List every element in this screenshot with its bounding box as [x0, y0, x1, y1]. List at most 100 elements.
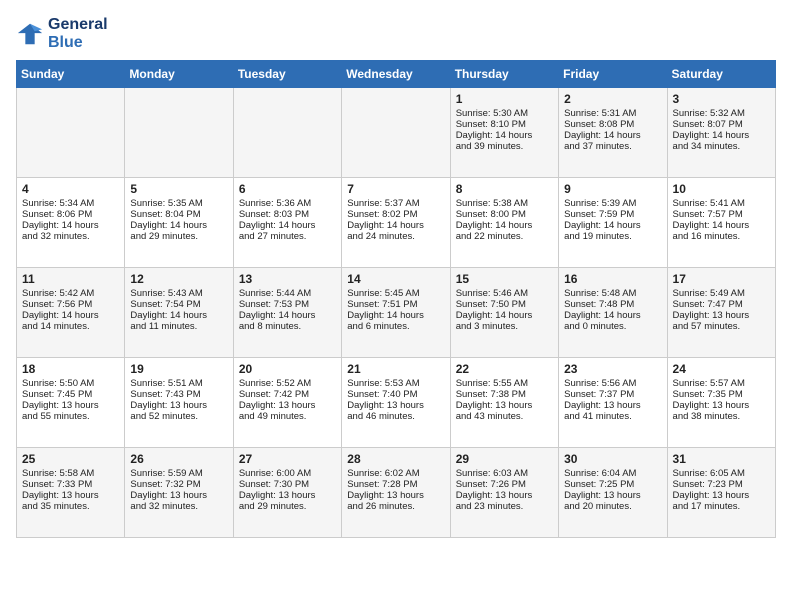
- day-info: Daylight: 14 hours: [673, 130, 770, 141]
- calendar-body: 1Sunrise: 5:30 AMSunset: 8:10 PMDaylight…: [17, 88, 776, 538]
- day-info: Sunset: 8:00 PM: [456, 209, 553, 220]
- day-info: Sunrise: 5:52 AM: [239, 378, 336, 389]
- day-info: Sunset: 7:40 PM: [347, 389, 444, 400]
- day-number: 8: [456, 182, 553, 196]
- day-cell: 1Sunrise: 5:30 AMSunset: 8:10 PMDaylight…: [450, 88, 558, 178]
- week-row-2: 4Sunrise: 5:34 AMSunset: 8:06 PMDaylight…: [17, 178, 776, 268]
- day-info: Daylight: 13 hours: [239, 400, 336, 411]
- day-info: Daylight: 13 hours: [673, 400, 770, 411]
- day-cell: 16Sunrise: 5:48 AMSunset: 7:48 PMDayligh…: [559, 268, 667, 358]
- day-info: Sunrise: 5:30 AM: [456, 108, 553, 119]
- day-cell: 30Sunrise: 6:04 AMSunset: 7:25 PMDayligh…: [559, 448, 667, 538]
- day-number: 18: [22, 362, 119, 376]
- day-info: and 39 minutes.: [456, 141, 553, 152]
- day-info: Daylight: 14 hours: [673, 220, 770, 231]
- day-info: Sunrise: 5:39 AM: [564, 198, 661, 209]
- day-number: 1: [456, 92, 553, 106]
- day-number: 21: [347, 362, 444, 376]
- day-info: Sunset: 7:42 PM: [239, 389, 336, 400]
- day-cell: 23Sunrise: 5:56 AMSunset: 7:37 PMDayligh…: [559, 358, 667, 448]
- day-cell: 22Sunrise: 5:55 AMSunset: 7:38 PMDayligh…: [450, 358, 558, 448]
- day-info: and 19 minutes.: [564, 231, 661, 242]
- day-info: and 24 minutes.: [347, 231, 444, 242]
- day-cell: 2Sunrise: 5:31 AMSunset: 8:08 PMDaylight…: [559, 88, 667, 178]
- day-number: 23: [564, 362, 661, 376]
- day-cell: 4Sunrise: 5:34 AMSunset: 8:06 PMDaylight…: [17, 178, 125, 268]
- day-cell: 21Sunrise: 5:53 AMSunset: 7:40 PMDayligh…: [342, 358, 450, 448]
- day-cell: 24Sunrise: 5:57 AMSunset: 7:35 PMDayligh…: [667, 358, 775, 448]
- day-info: and 57 minutes.: [673, 321, 770, 332]
- day-info: Sunrise: 5:38 AM: [456, 198, 553, 209]
- header-cell-saturday: Saturday: [667, 61, 775, 88]
- calendar-header: SundayMondayTuesdayWednesdayThursdayFrid…: [17, 61, 776, 88]
- day-info: Sunset: 7:53 PM: [239, 299, 336, 310]
- day-info: Daylight: 13 hours: [130, 400, 227, 411]
- day-info: and 8 minutes.: [239, 321, 336, 332]
- day-cell: 18Sunrise: 5:50 AMSunset: 7:45 PMDayligh…: [17, 358, 125, 448]
- day-info: Daylight: 13 hours: [673, 490, 770, 501]
- day-info: Sunrise: 5:37 AM: [347, 198, 444, 209]
- day-cell: 9Sunrise: 5:39 AMSunset: 7:59 PMDaylight…: [559, 178, 667, 268]
- day-info: and 41 minutes.: [564, 411, 661, 422]
- day-cell: 14Sunrise: 5:45 AMSunset: 7:51 PMDayligh…: [342, 268, 450, 358]
- day-info: Sunset: 7:56 PM: [22, 299, 119, 310]
- day-number: 15: [456, 272, 553, 286]
- day-info: Sunset: 7:35 PM: [673, 389, 770, 400]
- day-number: 2: [564, 92, 661, 106]
- day-cell: 28Sunrise: 6:02 AMSunset: 7:28 PMDayligh…: [342, 448, 450, 538]
- day-info: Sunrise: 5:56 AM: [564, 378, 661, 389]
- day-info: and 29 minutes.: [130, 231, 227, 242]
- day-cell: 31Sunrise: 6:05 AMSunset: 7:23 PMDayligh…: [667, 448, 775, 538]
- day-info: and 11 minutes.: [130, 321, 227, 332]
- day-info: Daylight: 13 hours: [130, 490, 227, 501]
- day-info: Daylight: 14 hours: [130, 220, 227, 231]
- day-info: Sunset: 7:37 PM: [564, 389, 661, 400]
- day-info: Sunset: 7:28 PM: [347, 479, 444, 490]
- day-info: Sunrise: 5:53 AM: [347, 378, 444, 389]
- day-number: 10: [673, 182, 770, 196]
- day-info: Sunrise: 6:00 AM: [239, 468, 336, 479]
- day-info: Sunrise: 6:04 AM: [564, 468, 661, 479]
- day-info: and 52 minutes.: [130, 411, 227, 422]
- day-cell: 29Sunrise: 6:03 AMSunset: 7:26 PMDayligh…: [450, 448, 558, 538]
- day-number: 24: [673, 362, 770, 376]
- day-cell: 15Sunrise: 5:46 AMSunset: 7:50 PMDayligh…: [450, 268, 558, 358]
- logo: General Blue: [16, 16, 108, 52]
- day-info: Sunset: 7:32 PM: [130, 479, 227, 490]
- day-info: and 14 minutes.: [22, 321, 119, 332]
- day-number: 25: [22, 452, 119, 466]
- day-info: Daylight: 14 hours: [456, 220, 553, 231]
- day-number: 22: [456, 362, 553, 376]
- day-number: 12: [130, 272, 227, 286]
- day-info: Sunrise: 5:35 AM: [130, 198, 227, 209]
- day-number: 31: [673, 452, 770, 466]
- day-cell: 27Sunrise: 6:00 AMSunset: 7:30 PMDayligh…: [233, 448, 341, 538]
- day-info: and 20 minutes.: [564, 501, 661, 512]
- day-info: Sunset: 7:30 PM: [239, 479, 336, 490]
- day-number: 11: [22, 272, 119, 286]
- day-info: Sunset: 7:48 PM: [564, 299, 661, 310]
- day-info: Sunrise: 5:34 AM: [22, 198, 119, 209]
- day-info: Daylight: 13 hours: [673, 310, 770, 321]
- day-cell: 10Sunrise: 5:41 AMSunset: 7:57 PMDayligh…: [667, 178, 775, 268]
- day-info: Sunset: 7:45 PM: [22, 389, 119, 400]
- day-info: and 29 minutes.: [239, 501, 336, 512]
- day-number: 6: [239, 182, 336, 196]
- day-cell: 13Sunrise: 5:44 AMSunset: 7:53 PMDayligh…: [233, 268, 341, 358]
- day-info: Sunset: 7:54 PM: [130, 299, 227, 310]
- day-info: Sunrise: 5:46 AM: [456, 288, 553, 299]
- day-info: and 6 minutes.: [347, 321, 444, 332]
- day-info: Daylight: 14 hours: [456, 310, 553, 321]
- day-info: Sunrise: 6:02 AM: [347, 468, 444, 479]
- day-info: Sunset: 7:57 PM: [673, 209, 770, 220]
- day-info: Sunset: 8:03 PM: [239, 209, 336, 220]
- header-row: SundayMondayTuesdayWednesdayThursdayFrid…: [17, 61, 776, 88]
- day-info: Daylight: 13 hours: [456, 490, 553, 501]
- day-number: 13: [239, 272, 336, 286]
- day-number: 26: [130, 452, 227, 466]
- day-info: Daylight: 13 hours: [22, 490, 119, 501]
- day-number: 28: [347, 452, 444, 466]
- day-cell: 12Sunrise: 5:43 AMSunset: 7:54 PMDayligh…: [125, 268, 233, 358]
- day-number: 30: [564, 452, 661, 466]
- day-info: Sunset: 8:04 PM: [130, 209, 227, 220]
